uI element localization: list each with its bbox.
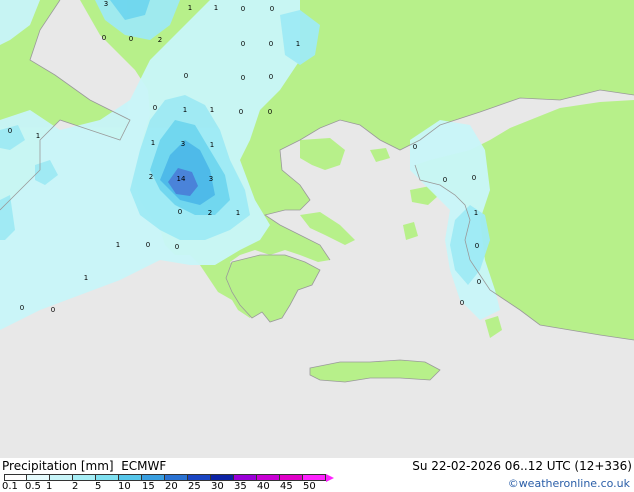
legend-tick-label: 40 (257, 481, 270, 492)
precip-value-label: 0 (8, 127, 12, 135)
precip-value-label: 1 (183, 106, 187, 114)
precip-value-label: 0 (269, 40, 273, 48)
precip-value-label: 1 (210, 141, 214, 149)
precip-value-label: 1 (210, 106, 214, 114)
precip-value-label: 0 (443, 176, 447, 184)
legend-tick-label: 0.1 (2, 481, 18, 492)
footer: 0.1 0.5 1 2 5 10 15 20 25 30 35 40 45 50 Precipitatio… (0, 458, 634, 492)
precip-value-label: 0 (184, 72, 188, 80)
legend-tick-label: 35 (234, 481, 247, 492)
precip-value-label: 0 (460, 299, 464, 307)
legend-color-cell (303, 474, 326, 481)
legend-tick-label: 25 (188, 481, 201, 492)
precip-value-label: 14 (177, 175, 186, 183)
legend-color-cell (211, 474, 234, 481)
precip-value-label: 3 (209, 175, 213, 183)
precip-value-label: 0 (241, 74, 245, 82)
legend-tick-label: 50 (303, 481, 316, 492)
map-title: Precipitation [mm] ECMWF (2, 459, 167, 473)
legend-tick-label: 30 (211, 481, 224, 492)
precip-value-label: 0 (475, 242, 479, 250)
legend-color-cell (280, 474, 303, 481)
legend-color-cell (4, 474, 27, 481)
precip-value-label: 0 (239, 108, 243, 116)
precip-value-label: 0 (20, 304, 24, 312)
legend-tick-label: 10 (118, 481, 131, 492)
legend-tick-label: 1 (46, 481, 53, 492)
legend-color-cell (165, 474, 188, 481)
precip-value-label: 0 (51, 306, 55, 314)
legend-color-cell (27, 474, 50, 481)
precip-value-label: 0 (269, 73, 273, 81)
precip-value-label: 3 (104, 0, 108, 8)
precip-value-label: 0 (477, 278, 481, 286)
precip-value-label: 3 (181, 140, 185, 148)
legend-tick-label: 5 (95, 481, 102, 492)
precip-value-label: 0 (268, 108, 272, 116)
precip-value-label: 1 (116, 241, 120, 249)
precip-value-label: 1 (214, 4, 218, 12)
precip-value-label: 0 (175, 243, 179, 251)
legend-color-cell (257, 474, 280, 481)
legend-tick-label: 20 (165, 481, 178, 492)
forecast-datetime: Su 22-02-2026 06..12 UTC (12+336) (412, 459, 632, 473)
legend-color-cell (96, 474, 119, 481)
legend-arrow (326, 474, 334, 482)
legend-color-cell (119, 474, 142, 481)
precip-value-label: 0 (153, 104, 157, 112)
precip-value-label: 0 (241, 40, 245, 48)
precip-value-label: 2 (158, 36, 162, 44)
precip-value-label: 0 (102, 34, 106, 42)
legend-color-scale (4, 474, 334, 482)
precip-value-label: 1 (188, 4, 192, 12)
precip-value-label: 1 (36, 132, 40, 140)
precip-value-label: 0 (241, 5, 245, 13)
legend-color-cell (142, 474, 165, 481)
precip-value-label: 1 (236, 209, 240, 217)
precip-value-label: 0 (146, 241, 150, 249)
precipitation-map: 3 1 1 0 0 0 0 2 0 0 1 0 0 0 0 1 1 0 1 0 0 1 3 1 2 14 3 0 2 1 0 1 0 0 1 0 0 0 0… (0, 0, 634, 458)
precip-value-label: 0 (129, 35, 133, 43)
legend-tick-label: 45 (280, 481, 293, 492)
precip-value-label: 0 (472, 174, 476, 182)
credit-link[interactable]: ©weatheronline.co.uk (508, 478, 630, 490)
precip-value-label: 1 (151, 139, 155, 147)
precip-value-label: 0 (178, 208, 182, 216)
legend-tick-label: 15 (142, 481, 155, 492)
legend-ticks: 0.1 0.5 1 2 5 10 15 20 25 30 35 40 45 50 (0, 482, 340, 492)
precip-value-label: 1 (296, 40, 300, 48)
legend-color-cell (234, 474, 257, 481)
legend-color-cell (73, 474, 96, 481)
precip-value-label: 1 (474, 209, 478, 217)
legend-color-cell (188, 474, 211, 481)
legend-color-cell (50, 474, 73, 481)
legend-tick-label: 2 (72, 481, 79, 492)
precip-value-label: 0 (413, 143, 417, 151)
precip-value-label: 0 (270, 5, 274, 13)
legend-tick-label: 0.5 (25, 481, 41, 492)
precip-value-label: 1 (84, 274, 88, 282)
precip-value-label: 2 (208, 209, 212, 217)
precip-value-label: 2 (149, 173, 153, 181)
